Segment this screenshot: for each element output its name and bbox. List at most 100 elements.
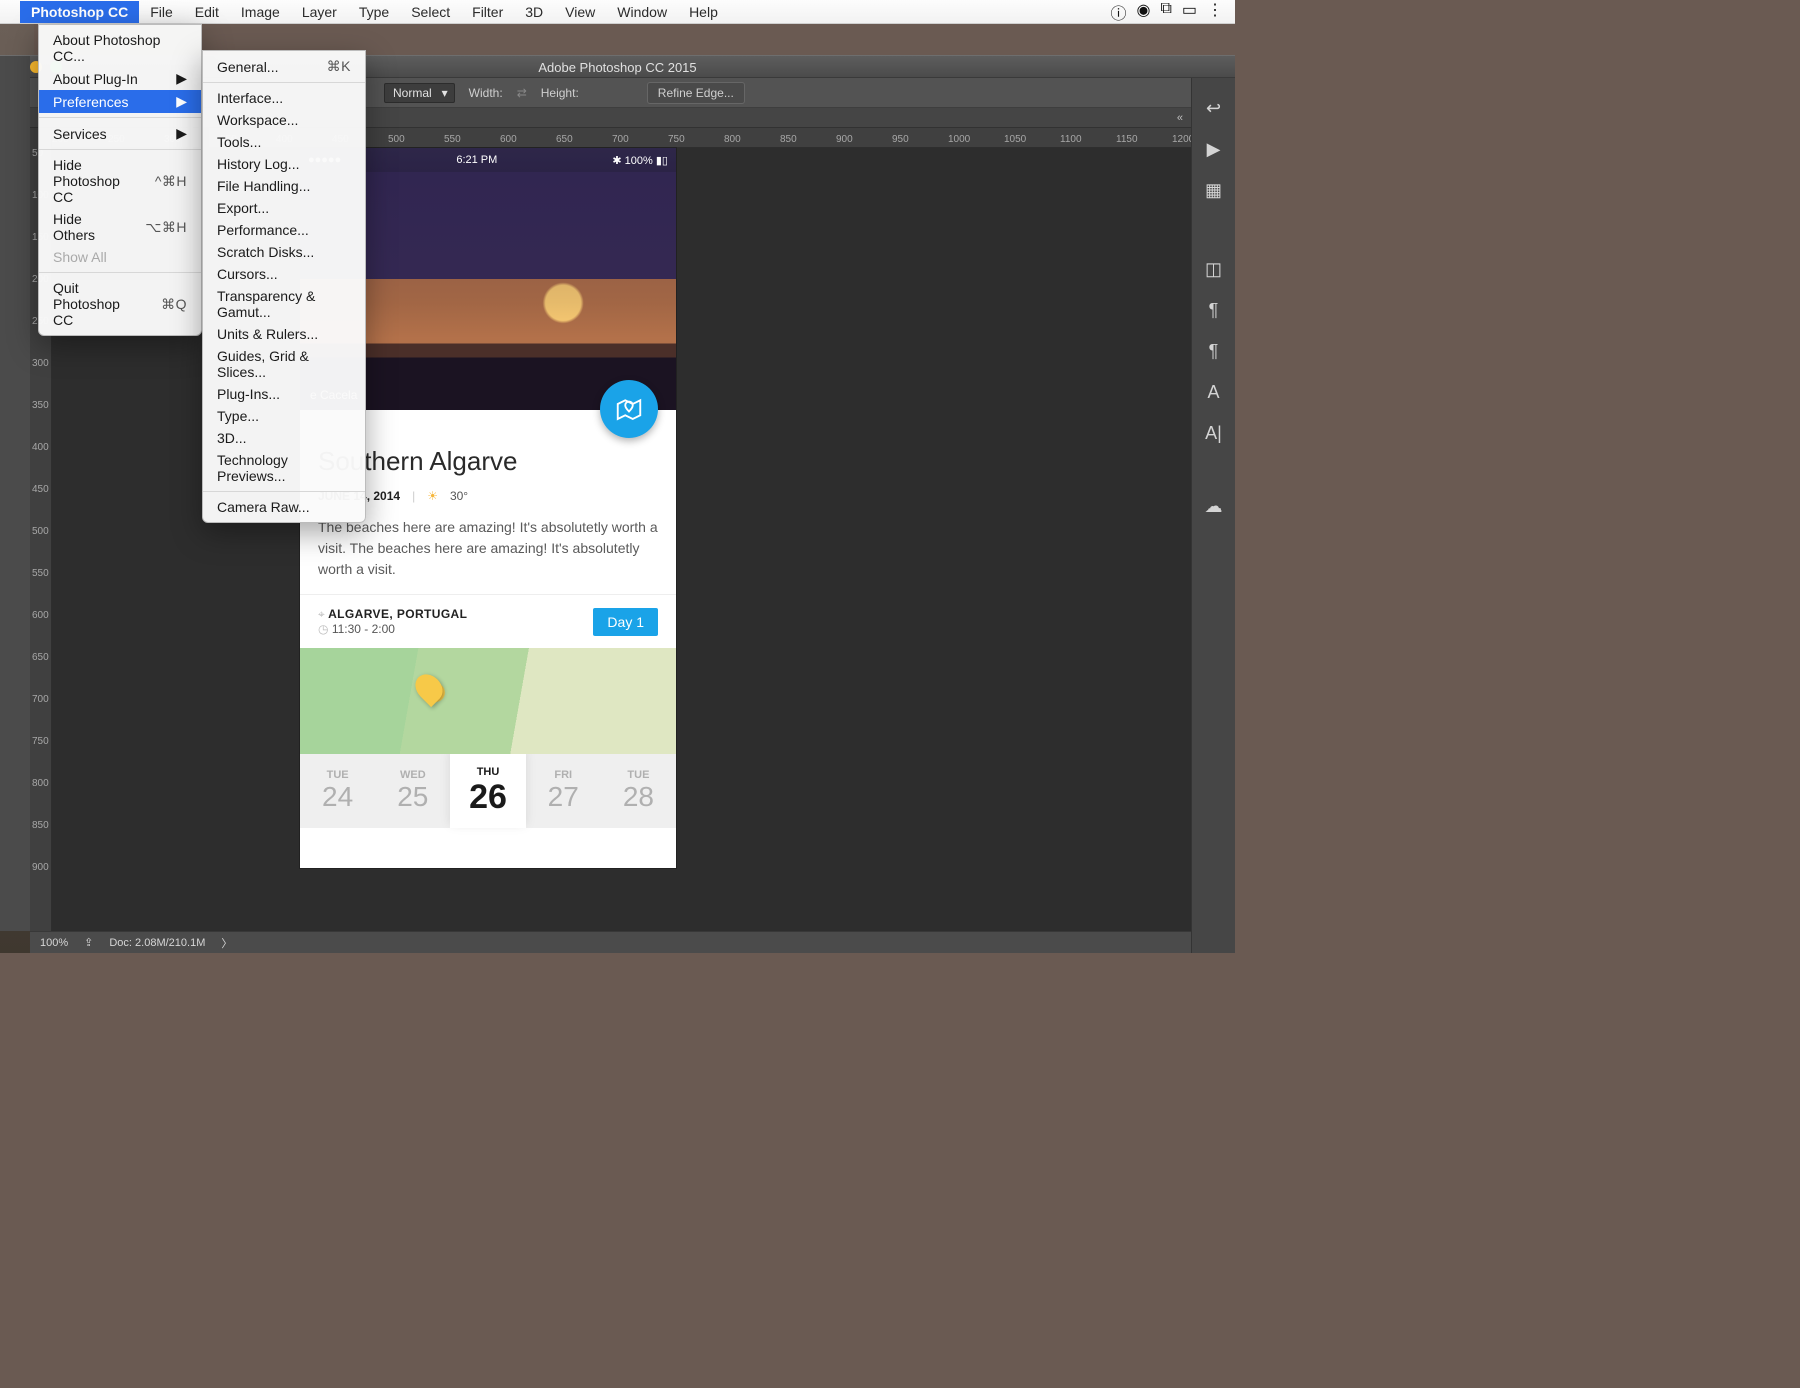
- flyout-icon[interactable]: 〉: [221, 935, 232, 951]
- day-name: WED: [400, 769, 426, 781]
- pref-cursors[interactable]: Cursors...: [203, 263, 365, 285]
- menu-extra-icon[interactable]: ⋮: [1207, 0, 1223, 24]
- ruler-tick: 1050: [1004, 134, 1026, 145]
- pref-camera-raw[interactable]: Camera Raw...: [203, 496, 365, 518]
- swap-wh-icon[interactable]: ⇄: [517, 86, 527, 100]
- pref-file[interactable]: File Handling...: [203, 175, 365, 197]
- menu-filter[interactable]: Filter: [461, 1, 514, 23]
- menu-preferences[interactable]: Preferences▶: [39, 90, 201, 113]
- pref-tools[interactable]: Tools...: [203, 131, 365, 153]
- menu-hide-others[interactable]: Hide Others⌥⌘H: [39, 208, 201, 246]
- paragraph-styles-icon[interactable]: ¶: [1209, 341, 1219, 362]
- day-number: 25: [397, 781, 428, 813]
- pref-guides[interactable]: Guides, Grid & Slices...: [203, 345, 365, 383]
- menu-help[interactable]: Help: [678, 1, 729, 23]
- ruler-tick: 850: [780, 134, 797, 145]
- battery-pct: 100%: [625, 155, 653, 167]
- day-number: 24: [322, 781, 353, 813]
- menu-about-plugin[interactable]: About Plug-In▶: [39, 67, 201, 90]
- ruler-tick: 650: [556, 134, 573, 145]
- menu-quit[interactable]: Quit Photoshop CC⌘Q: [39, 277, 201, 331]
- shortcut: ⌥⌘H: [145, 219, 187, 236]
- airplay-icon[interactable]: ▭: [1182, 0, 1197, 24]
- day-button[interactable]: Day 1: [593, 608, 658, 636]
- paragraph-panel-icon[interactable]: ¶: [1209, 300, 1219, 321]
- dropbox-icon[interactable]: ⧉: [1160, 0, 1171, 24]
- menu-hide-cc[interactable]: Hide Photoshop CC^⌘H: [39, 154, 201, 208]
- character-styles-icon[interactable]: A: [1207, 382, 1219, 403]
- label: About Photoshop CC...: [53, 32, 187, 64]
- label: Guides, Grid & Slices...: [217, 348, 351, 380]
- pref-3d[interactable]: 3D...: [203, 427, 365, 449]
- day-cell[interactable]: FRI27: [526, 754, 601, 828]
- styles-panel-icon[interactable]: ▦: [1205, 180, 1222, 201]
- ruler-tick: 450: [32, 484, 49, 495]
- pref-history[interactable]: History Log...: [203, 153, 365, 175]
- map-fab-button[interactable]: [600, 380, 658, 438]
- ruler-tick: 500: [32, 526, 49, 537]
- pref-scratch[interactable]: Scratch Disks...: [203, 241, 365, 263]
- menubar-status: ⓘ ◉ ⧉ ▭ ⋮: [1110, 0, 1229, 24]
- label: 3D...: [217, 430, 247, 446]
- share-icon[interactable]: ⇪: [84, 936, 93, 949]
- right-panel-strip: ↩ ▶ ▦ ◫ ¶ ¶ A A| ☁: [1191, 78, 1235, 953]
- left-toolbar[interactable]: [0, 56, 30, 931]
- pref-interface[interactable]: Interface...: [203, 87, 365, 109]
- pref-transparency[interactable]: Transparency & Gamut...: [203, 285, 365, 323]
- battery-icon: ▮▯: [656, 155, 668, 167]
- location-bar: ⌖ ALGARVE, PORTUGAL ◷ 11:30 - 2:00 Day 1: [300, 594, 676, 648]
- pref-workspace[interactable]: Workspace...: [203, 109, 365, 131]
- day-cell[interactable]: TUE28: [601, 754, 676, 828]
- menu-3d[interactable]: 3D: [514, 1, 554, 23]
- submenu-arrow-icon: ▶: [176, 70, 187, 87]
- menu-about-cc[interactable]: About Photoshop CC...: [39, 29, 201, 67]
- swatches-panel-icon[interactable]: ◫: [1205, 259, 1222, 280]
- menu-image[interactable]: Image: [230, 1, 291, 23]
- zoom-level[interactable]: 100%: [40, 937, 68, 949]
- pref-tech-previews[interactable]: Technology Previews...: [203, 449, 365, 487]
- brush-panel-icon[interactable]: ☁: [1205, 496, 1223, 517]
- card-desc: The beaches here are amazing! It's absol…: [318, 517, 658, 580]
- history-panel-icon[interactable]: ↩: [1206, 98, 1221, 119]
- pref-performance[interactable]: Performance...: [203, 219, 365, 241]
- ruler-tick: 550: [444, 134, 461, 145]
- pref-type[interactable]: Type...: [203, 405, 365, 427]
- day-cell[interactable]: WED25: [375, 754, 450, 828]
- label: Preferences: [53, 94, 128, 110]
- menu-layer[interactable]: Layer: [291, 1, 348, 23]
- actions-panel-icon[interactable]: ▶: [1207, 139, 1221, 160]
- pref-units[interactable]: Units & Rulers...: [203, 323, 365, 345]
- blend-mode-select[interactable]: Normal: [384, 83, 455, 103]
- menu-window[interactable]: Window: [606, 1, 678, 23]
- pref-plugins[interactable]: Plug-Ins...: [203, 383, 365, 405]
- label: Workspace...: [217, 112, 298, 128]
- menu-select[interactable]: Select: [400, 1, 461, 23]
- menu-app[interactable]: Photoshop CC: [20, 1, 139, 23]
- map-preview[interactable]: [300, 648, 676, 754]
- ruler-tick: 800: [724, 134, 741, 145]
- ruler-tick: 1000: [948, 134, 970, 145]
- cc-icon[interactable]: ◉: [1136, 0, 1150, 24]
- info-icon[interactable]: ⓘ: [1110, 0, 1126, 24]
- menu-file[interactable]: File: [139, 1, 184, 23]
- pref-general[interactable]: General...⌘K: [203, 55, 365, 78]
- ruler-tick: 300: [32, 358, 49, 369]
- doc-size[interactable]: Doc: 2.08M/210.1M: [109, 937, 205, 949]
- refine-edge-button[interactable]: Refine Edge...: [647, 82, 745, 104]
- label: Camera Raw...: [217, 499, 310, 515]
- ruler-tick: 650: [32, 652, 49, 663]
- menu-services[interactable]: Services▶: [39, 122, 201, 145]
- ruler-tick: 550: [32, 568, 49, 579]
- pref-export[interactable]: Export...: [203, 197, 365, 219]
- ruler-tick: 900: [32, 862, 49, 873]
- label: Tools...: [217, 134, 261, 150]
- menu-type[interactable]: Type: [348, 1, 400, 23]
- day-cell[interactable]: TUE24: [300, 754, 375, 828]
- card-meta: JUNE 14, 2014 | ☀ 30°: [318, 489, 658, 503]
- menu-edit[interactable]: Edit: [184, 1, 230, 23]
- label: File Handling...: [217, 178, 310, 194]
- menu-view[interactable]: View: [554, 1, 606, 23]
- tabs-overflow-icon[interactable]: «: [1177, 112, 1183, 124]
- character-panel-icon[interactable]: A|: [1205, 423, 1222, 444]
- day-cell[interactable]: THU26: [450, 754, 525, 828]
